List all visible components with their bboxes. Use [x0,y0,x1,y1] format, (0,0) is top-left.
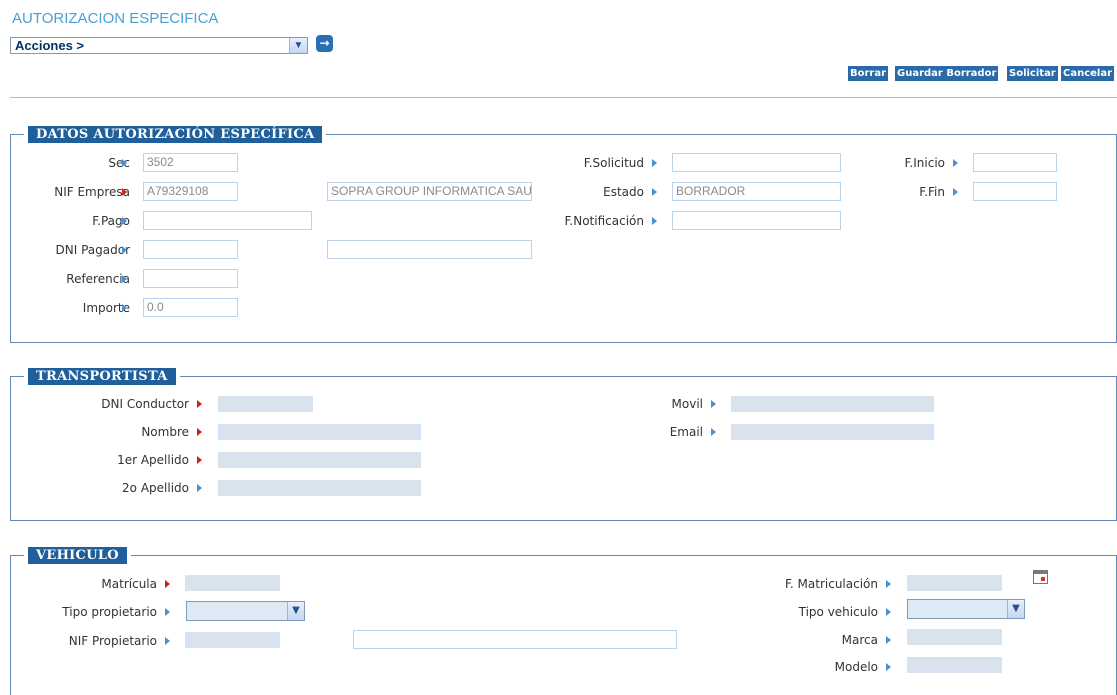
apellido2-field[interactable] [218,480,421,496]
modelo-field[interactable] [907,657,1002,673]
arrow-icon [122,275,127,283]
arrow-icon [953,159,958,167]
arrow-icon [122,246,127,254]
arrow-icon [165,637,170,645]
cancelar-button[interactable]: Cancelar [1061,66,1115,81]
arrow-icon [122,304,127,312]
marca-field[interactable] [907,629,1002,645]
fnotificacion-label: F.Notificación [564,214,644,228]
apellido2-label: 2o Apellido [122,481,189,495]
apellido1-field[interactable] [218,452,421,468]
arrow-icon [711,428,716,436]
estado-field[interactable]: BORRADOR [672,182,841,201]
required-arrow-icon [165,580,170,588]
dni-conductor-label: DNI Conductor [101,397,189,411]
arrow-icon [886,580,891,588]
email-field[interactable] [731,424,934,440]
arrow-icon [886,608,891,616]
importe-field[interactable]: 0.0 [143,298,238,317]
calendar-icon[interactable] [1033,570,1048,584]
tipo-propietario-select[interactable]: ▼ [186,601,305,621]
arrow-icon [953,188,958,196]
email-label: Email [669,425,703,439]
chevron-down-icon[interactable]: ▼ [1007,600,1024,618]
nif-empresa-field[interactable]: A79329108 [143,182,238,201]
chevron-down-icon[interactable]: ▼ [287,602,304,620]
dni-pagador-label: DNI Pagador [55,243,130,257]
required-arrow-icon [122,188,127,196]
estado-label: Estado [603,185,644,199]
empresa-name-field: SOPRA GROUP INFORMATICA SAU [327,182,532,201]
required-arrow-icon [197,428,202,436]
modelo-label: Modelo [834,660,878,674]
chevron-down-icon[interactable]: ▼ [289,38,307,53]
fsolicitud-label: F.Solicitud [583,156,644,170]
solicitar-button[interactable]: Solicitar [1007,66,1058,81]
ffin-label: F.Fin [919,185,945,199]
referencia-label: Referencia [66,272,130,286]
tipo-vehiculo-select[interactable]: ▼ [907,599,1025,619]
guardar-borrador-button[interactable]: Guardar Borrador [895,66,999,81]
required-arrow-icon [197,400,202,408]
go-button[interactable]: → [316,35,333,52]
nombre-label: Nombre [141,425,189,439]
datos-legend: DATOS AUTORIZACIÓN ESPECÍFICA [24,126,327,143]
fnotificacion-field[interactable] [672,211,841,230]
ffin-field[interactable] [973,182,1057,201]
borrar-button[interactable]: Borrar [848,66,889,81]
page-title: AUTORIZACION ESPECIFICA [12,10,219,27]
arrow-icon [652,159,657,167]
required-arrow-icon [197,456,202,464]
propietario-name-field [353,630,677,649]
arrow-icon [197,484,202,492]
actions-select-label: Acciones > [15,38,85,53]
vehiculo-legend: VEHICULO [24,547,131,564]
arrow-icon [652,217,657,225]
movil-field[interactable] [731,396,934,412]
apellido1-label: 1er Apellido [117,453,189,467]
arrow-icon [711,400,716,408]
dni-pagador-field[interactable] [143,240,238,259]
matricula-label: Matrícula [101,577,157,591]
matricula-field[interactable] [185,575,280,591]
nif-empresa-label: NIF Empresa [54,185,130,199]
marca-label: Marca [841,633,878,647]
sec-field[interactable]: 3502 [143,153,238,172]
nif-propietario-field[interactable] [185,632,280,648]
referencia-field[interactable] [143,269,238,288]
arrow-icon [652,188,657,196]
pagador-name-field [327,240,532,259]
finicio-label: F.Inicio [904,156,945,170]
actions-select[interactable]: Acciones > ▼ [10,37,308,54]
divider [10,97,1117,98]
arrow-right-icon: → [319,36,330,50]
arrow-icon [886,663,891,671]
tipo-propietario-label: Tipo propietario [62,605,157,619]
transportista-legend: TRANSPORTISTA [24,368,180,385]
tipo-vehiculo-label: Tipo vehiculo [798,605,878,619]
arrow-icon [886,636,891,644]
fsolicitud-field[interactable] [672,153,841,172]
arrow-icon [122,217,127,225]
fmatriculacion-field[interactable] [907,575,1002,591]
arrow-icon [165,608,170,616]
fpago-field[interactable] [143,211,312,230]
finicio-field[interactable] [973,153,1057,172]
arrow-icon [122,159,127,167]
dni-conductor-field[interactable] [218,396,313,412]
nif-propietario-label: NIF Propietario [68,634,157,648]
nombre-field[interactable] [218,424,421,440]
fmatriculacion-label: F. Matriculación [784,577,878,591]
movil-label: Movil [671,397,703,411]
